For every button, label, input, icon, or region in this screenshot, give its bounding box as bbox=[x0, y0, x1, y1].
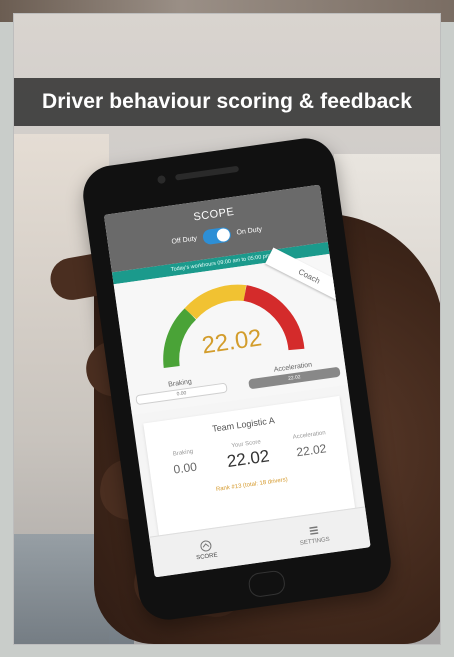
nav-settings-label: SETTINGS bbox=[299, 536, 331, 547]
hero-photo: Driver behaviour scoring & feedback SCOP… bbox=[14, 14, 440, 644]
outer-frame: Driver behaviour scoring & feedback SCOP… bbox=[0, 0, 454, 657]
headline-text: Driver behaviour scoring & feedback bbox=[42, 90, 412, 113]
gauge-yellow-segment bbox=[184, 284, 247, 320]
stat-value: 22.02 bbox=[295, 441, 328, 460]
settings-icon bbox=[308, 526, 318, 535]
score-icon bbox=[199, 540, 211, 552]
stat-value: 0.00 bbox=[172, 459, 198, 477]
stat-your-score: Your Score 22.02 bbox=[219, 438, 277, 473]
toggle-knob bbox=[215, 227, 231, 243]
phone-screen: SCOPE Off Duty On Duty Today's workhours… bbox=[103, 184, 371, 578]
on-duty-label: On Duty bbox=[236, 226, 263, 237]
front-camera-icon bbox=[156, 175, 167, 185]
braking-block: Braking 0.00 bbox=[134, 374, 228, 406]
coach-label: Coach bbox=[297, 266, 322, 286]
duty-toggle[interactable] bbox=[201, 226, 232, 246]
speaker-grille bbox=[174, 165, 240, 181]
stat-braking: Braking 0.00 bbox=[156, 446, 214, 481]
nav-score-label: SCORE bbox=[195, 552, 218, 562]
off-duty-label: Off Duty bbox=[171, 235, 198, 246]
stat-acceleration: Acceleration 22.02 bbox=[282, 429, 340, 464]
home-button[interactable] bbox=[247, 569, 287, 599]
headline-banner: Driver behaviour scoring & feedback bbox=[14, 78, 440, 126]
